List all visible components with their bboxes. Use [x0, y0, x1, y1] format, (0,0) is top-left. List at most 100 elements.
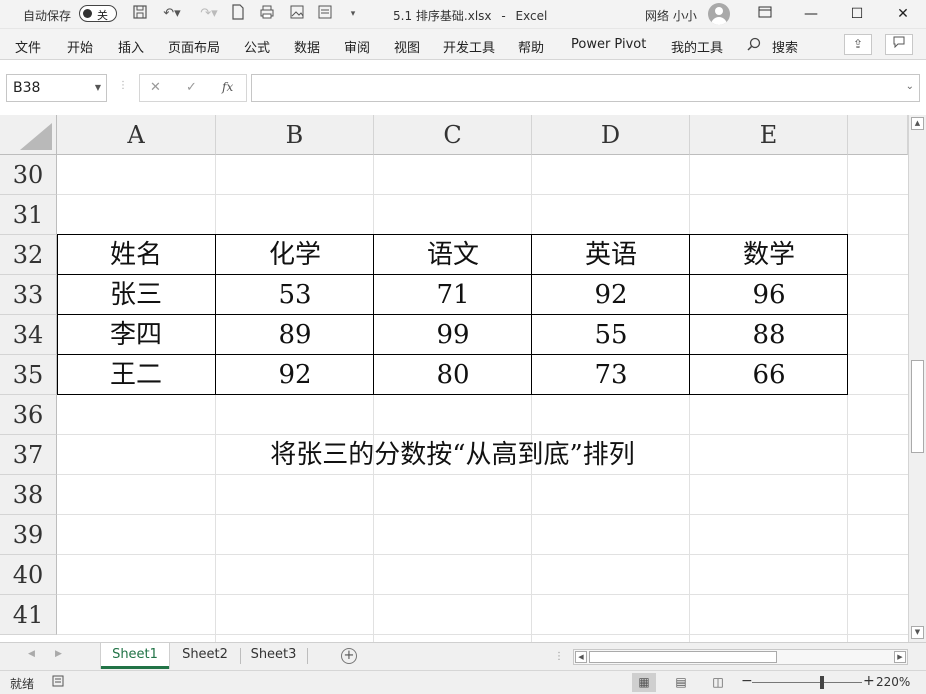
- next-sheet-icon[interactable]: ▶: [55, 649, 62, 659]
- search-icon[interactable]: [747, 37, 761, 55]
- row-header[interactable]: 33: [0, 275, 57, 315]
- table-cell[interactable]: 71: [374, 275, 532, 315]
- menu-home[interactable]: 开始: [67, 37, 93, 56]
- table-cell[interactable]: 55: [532, 315, 690, 355]
- row-header[interactable]: 31: [0, 195, 57, 235]
- table-header-cell[interactable]: 姓名: [57, 235, 215, 275]
- column-header-a[interactable]: A: [57, 115, 216, 155]
- row-header[interactable]: 40: [0, 555, 57, 595]
- horizontal-scrollbar[interactable]: ◀ ▶: [573, 649, 908, 665]
- menu-page-layout[interactable]: 页面布局: [168, 37, 220, 56]
- select-all-corner[interactable]: [0, 115, 57, 155]
- table-cell[interactable]: 80: [374, 355, 532, 395]
- normal-view-icon[interactable]: ▦: [632, 673, 656, 692]
- column-header-b[interactable]: B: [216, 115, 374, 155]
- minimize-icon[interactable]: —: [788, 0, 834, 28]
- menu-developer[interactable]: 开发工具: [443, 37, 495, 56]
- add-sheet-icon[interactable]: +: [341, 648, 357, 664]
- scroll-left-icon[interactable]: ◀: [575, 651, 587, 663]
- spreadsheet-grid[interactable]: A B C D E 30 31 32 33 34 35 36 37 38 39 …: [0, 115, 908, 642]
- autosave-toggle[interactable]: 关: [79, 5, 117, 22]
- menu-insert[interactable]: 插入: [118, 37, 144, 56]
- row-header[interactable]: 39: [0, 515, 57, 555]
- save-icon[interactable]: [130, 4, 150, 24]
- split-handle-icon[interactable]: ⋮: [554, 651, 564, 662]
- scroll-down-icon[interactable]: ▼: [911, 626, 924, 639]
- row-header[interactable]: 34: [0, 315, 57, 355]
- menu-review[interactable]: 审阅: [344, 37, 370, 56]
- menu-power-pivot[interactable]: Power Pivot: [571, 37, 646, 52]
- picture-icon[interactable]: [287, 4, 307, 24]
- close-icon[interactable]: ✕: [880, 0, 926, 28]
- vertical-scrollbar[interactable]: ▲ ▼: [908, 115, 926, 642]
- table-header-cell[interactable]: 化学: [216, 235, 374, 275]
- sheet-tab-sheet3[interactable]: Sheet3: [241, 643, 306, 669]
- row-header[interactable]: 38: [0, 475, 57, 515]
- row-header[interactable]: 35: [0, 355, 57, 395]
- column-header-e[interactable]: E: [690, 115, 848, 155]
- vertical-scroll-thumb[interactable]: [911, 360, 924, 453]
- column-header-f[interactable]: [848, 115, 908, 155]
- redo-icon[interactable]: ↷▾: [195, 4, 223, 24]
- row-header[interactable]: 41: [0, 595, 57, 635]
- menu-file[interactable]: 文件: [15, 37, 41, 56]
- maximize-icon[interactable]: ☐: [834, 0, 880, 28]
- table-cell[interactable]: 李四: [57, 315, 215, 355]
- menu-data[interactable]: 数据: [294, 37, 320, 56]
- scroll-right-icon[interactable]: ▶: [894, 651, 906, 663]
- ribbon-display-options-icon[interactable]: [742, 0, 788, 28]
- comments-icon[interactable]: [885, 34, 913, 55]
- search-label[interactable]: 搜索: [772, 37, 798, 56]
- column-header-d[interactable]: D: [532, 115, 690, 155]
- enter-icon[interactable]: ✓: [186, 80, 197, 95]
- page-layout-view-icon[interactable]: ▤: [669, 673, 693, 692]
- row-header[interactable]: 30: [0, 155, 57, 195]
- share-icon[interactable]: ⇪: [844, 34, 872, 55]
- grip-icon[interactable]: ⋮: [118, 80, 128, 91]
- scroll-up-icon[interactable]: ▲: [911, 117, 924, 130]
- insert-function-icon[interactable]: fx: [222, 80, 233, 94]
- table-header-cell[interactable]: 数学: [690, 235, 848, 275]
- row-header[interactable]: 32: [0, 235, 57, 275]
- instruction-note[interactable]: 将张三的分数按“从高到底”排列: [57, 435, 848, 475]
- table-cell[interactable]: 88: [690, 315, 848, 355]
- table-header-cell[interactable]: 英语: [532, 235, 690, 275]
- print-preview-icon[interactable]: [257, 4, 277, 24]
- table-cell[interactable]: 53: [216, 275, 374, 315]
- menu-view[interactable]: 视图: [394, 37, 420, 56]
- column-header-c[interactable]: C: [374, 115, 532, 155]
- zoom-slider-thumb[interactable]: [820, 676, 824, 689]
- menu-help[interactable]: 帮助: [518, 37, 544, 56]
- new-file-icon[interactable]: [228, 4, 248, 24]
- name-box[interactable]: B38 ▼: [6, 74, 107, 102]
- user-avatar[interactable]: [708, 3, 730, 25]
- zoom-in-icon[interactable]: +: [863, 673, 875, 689]
- formula-input[interactable]: ⌄: [251, 74, 920, 102]
- zoom-slider[interactable]: [752, 682, 862, 683]
- table-cell[interactable]: 89: [216, 315, 374, 355]
- table-cell[interactable]: 96: [690, 275, 848, 315]
- menu-formulas[interactable]: 公式: [244, 37, 270, 56]
- sheet-tab-sheet1[interactable]: Sheet1: [101, 643, 169, 669]
- customize-quick-access-icon[interactable]: ▾: [343, 4, 363, 24]
- row-header[interactable]: 36: [0, 395, 57, 435]
- form-icon[interactable]: [315, 4, 335, 24]
- horizontal-scroll-thumb[interactable]: [589, 651, 777, 663]
- table-cell[interactable]: 99: [374, 315, 532, 355]
- macro-record-icon[interactable]: [52, 675, 64, 690]
- undo-icon[interactable]: ↶▾: [158, 4, 186, 24]
- expand-formula-icon[interactable]: ⌄: [906, 81, 914, 92]
- table-cell[interactable]: 王二: [57, 355, 215, 395]
- row-header[interactable]: 37: [0, 435, 57, 475]
- table-cell[interactable]: 张三: [57, 275, 215, 315]
- zoom-level[interactable]: 220%: [876, 675, 910, 689]
- sheet-tab-sheet2[interactable]: Sheet2: [170, 643, 240, 669]
- table-cell[interactable]: 73: [532, 355, 690, 395]
- menu-my-tools[interactable]: 我的工具: [671, 37, 723, 56]
- table-cell[interactable]: 66: [690, 355, 848, 395]
- prev-sheet-icon[interactable]: ◀: [28, 649, 35, 659]
- cancel-icon[interactable]: ✕: [150, 80, 161, 95]
- zoom-out-icon[interactable]: −: [741, 673, 753, 689]
- chevron-down-icon[interactable]: ▼: [95, 83, 101, 92]
- page-break-view-icon[interactable]: ◫: [706, 673, 730, 692]
